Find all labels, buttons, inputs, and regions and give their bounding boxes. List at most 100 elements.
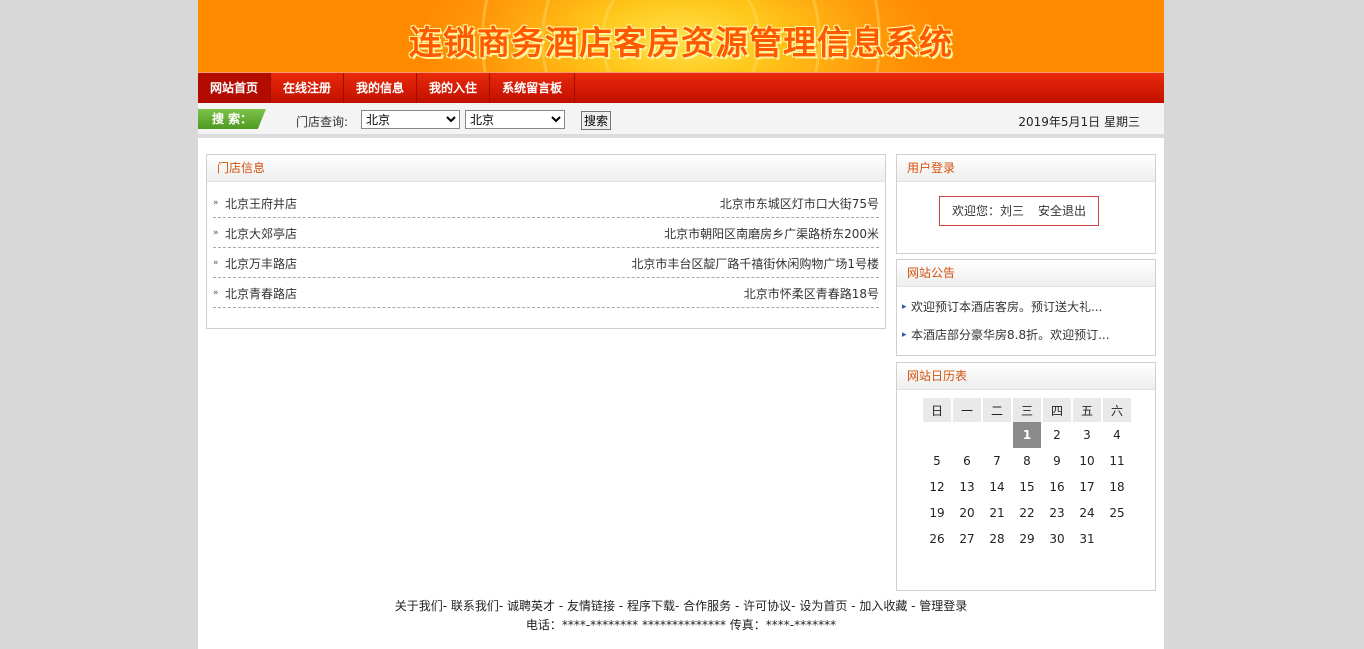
calendar-day[interactable]: 6 [953,448,981,474]
footer: 关于我们- 联系我们- 诚聘英才 - 友情链接 - 程序下载- 合作服务 - 许… [198,597,1164,635]
store-name-link[interactable]: 北京万丰路店 [225,255,297,272]
calendar-day[interactable]: 2 [1043,422,1071,448]
store-address: 北京市东城区灯市口大街75号 [719,197,879,211]
calendar-day[interactable]: 8 [1013,448,1041,474]
calendar-weekday: 六 [1103,398,1131,422]
store-query-label: 门店查询: [296,115,349,129]
store-address: 北京市朝阳区南磨房乡广渠路桥东200米 [664,227,879,241]
announcement-item[interactable]: ▸ 本酒店部分豪华房8.8折。欢迎预订... [897,321,1155,349]
calendar-empty-cell [983,422,1011,448]
footer-link[interactable]: 加入收藏 [859,599,907,613]
calendar-day[interactable]: 20 [953,500,981,526]
calendar-day[interactable]: 16 [1043,474,1071,500]
store-name-link[interactable]: 北京青春路店 [225,285,297,302]
footer-link[interactable]: 合作服务 [683,599,731,613]
calendar-day[interactable]: 15 [1013,474,1041,500]
announcement-list: ▸ 欢迎预订本酒店客房。预订送大礼... ▸ 本酒店部分豪华房8.8折。欢迎预订… [897,287,1155,349]
announcement-item[interactable]: ▸ 欢迎预订本酒店客房。预订送大礼... [897,293,1155,321]
city-select[interactable]: 北京 [465,110,565,129]
nav-register[interactable]: 在线注册 [271,73,345,103]
footer-link[interactable]: 诚聘英才 [507,599,555,613]
calendar-day[interactable]: 14 [983,474,1011,500]
store-address: 北京市怀柔区青春路18号 [743,287,879,301]
calendar-week: 5 6 7 8 9 10 11 [923,448,1131,474]
nav-my-checkin[interactable]: 我的入住 [417,73,491,103]
calendar-weekday: 二 [983,398,1011,422]
calendar-day[interactable]: 28 [983,526,1011,552]
footer-link[interactable]: 关于我们 [395,599,443,613]
calendar-day[interactable]: 12 [923,474,951,500]
calendar-day[interactable]: 18 [1103,474,1131,500]
footer-separator: - [675,599,684,613]
store-row: » 北京王府井店 北京市东城区灯市口大街75号 [213,188,879,218]
arrow-icon: ▸ [902,302,907,312]
footer-link[interactable]: 程序下载 [627,599,675,613]
footer-link[interactable]: 许可协议 [743,599,791,613]
calendar-day[interactable]: 29 [1013,526,1041,552]
calendar-day[interactable]: 21 [983,500,1011,526]
calendar-empty-cell [923,422,951,448]
footer-link[interactable]: 设为首页 [799,599,847,613]
announcement-title: 网站公告 [897,260,1155,287]
calendar-day[interactable]: 11 [1103,448,1131,474]
header-banner: 连锁商务酒店客房资源管理信息系统 [198,0,1164,72]
calendar-day[interactable]: 13 [953,474,981,500]
login-status-box: 欢迎您：刘三 安全退出 [939,196,1099,226]
announcement-panel: 网站公告 ▸ 欢迎预订本酒店客房。预订送大礼... ▸ 本酒店部分豪华房8.8折… [896,259,1156,356]
calendar-day[interactable]: 19 [923,500,951,526]
user-login-title: 用户登录 [897,155,1155,182]
calendar-day[interactable]: 24 [1073,500,1101,526]
calendar-day[interactable]: 4 [1103,422,1131,448]
calendar-empty-cell [1103,526,1131,552]
page: 连锁商务酒店客房资源管理信息系统 网站首页 在线注册 我的信息 我的入住 系统留… [198,0,1164,649]
calendar-day[interactable]: 1 [1013,422,1041,448]
double-arrow-icon: » [213,258,219,268]
calendar-day[interactable]: 30 [1043,526,1071,552]
calendar-weekday: 一 [953,398,981,422]
footer-link[interactable]: 联系我们 [451,599,499,613]
store-name-link[interactable]: 北京王府井店 [225,195,297,212]
calendar-weekday: 四 [1043,398,1071,422]
calendar-day[interactable]: 25 [1103,500,1131,526]
footer-link[interactable]: 友情链接 [567,599,615,613]
store-address: 北京市丰台区靛厂路千禧街休闲购物广场1号楼 [631,257,879,271]
calendar-day[interactable]: 10 [1073,448,1101,474]
province-select[interactable]: 北京 [361,110,460,129]
calendar-day[interactable]: 22 [1013,500,1041,526]
store-info-panel: 门店信息 » 北京王府井店 北京市东城区灯市口大街75号 » 北京大郊亭店 北京… [206,154,886,329]
store-row: » 北京青春路店 北京市怀柔区青春路18号 [213,278,879,308]
footer-link[interactable]: 管理登录 [919,599,967,613]
store-list: » 北京王府井店 北京市东城区灯市口大街75号 » 北京大郊亭店 北京市朝阳区南… [207,188,885,308]
calendar-grid: 日一二三四五六 1 2 3 4 5 6 7 8 9 10 11 12 13 14 15 16 17 18 19 20 2… [921,398,1133,552]
calendar-day[interactable]: 9 [1043,448,1071,474]
footer-contact: 电话：****-******** ************** 传真：****-… [525,618,837,632]
calendar-day[interactable]: 3 [1073,422,1101,448]
calendar-weekday: 三 [1013,398,1041,422]
footer-separator: - [615,599,627,613]
search-button[interactable]: 搜索 [581,111,612,130]
calendar-day[interactable]: 31 [1073,526,1101,552]
store-name-link[interactable]: 北京大郊亭店 [225,225,297,242]
footer-separator: - [731,599,744,613]
calendar-day[interactable]: 5 [923,448,951,474]
calendar-day[interactable]: 23 [1043,500,1071,526]
double-arrow-icon: » [213,228,219,238]
search-bar: 搜 索： 门店查询: 北京 北京 搜索 2019年5月1日 星期三 [198,103,1164,138]
calendar-day[interactable]: 27 [953,526,981,552]
calendar-week: 19 20 21 22 23 24 25 [923,500,1131,526]
nav-my-info[interactable]: 我的信息 [344,73,418,103]
calendar-day[interactable]: 26 [923,526,951,552]
nav-home[interactable]: 网站首页 [198,73,272,103]
store-row: » 北京万丰路店 北京市丰台区靛厂路千禧街休闲购物广场1号楼 [213,248,879,278]
nav-message-board[interactable]: 系统留言板 [490,73,576,103]
calendar-day[interactable]: 17 [1073,474,1101,500]
calendar-day[interactable]: 7 [983,448,1011,474]
footer-separator: - [907,599,920,613]
main-nav: 网站首页 在线注册 我的信息 我的入住 系统留言板 [198,72,1164,103]
welcome-text: 欢迎您：刘三 [951,204,1024,218]
calendar-week: 12 13 14 15 16 17 18 [923,474,1131,500]
calendar-week: 26 27 28 29 30 31 [923,526,1131,552]
footer-separator: - [442,599,451,613]
logout-link[interactable]: 安全退出 [1038,204,1086,218]
store-info-title: 门店信息 [207,155,885,182]
